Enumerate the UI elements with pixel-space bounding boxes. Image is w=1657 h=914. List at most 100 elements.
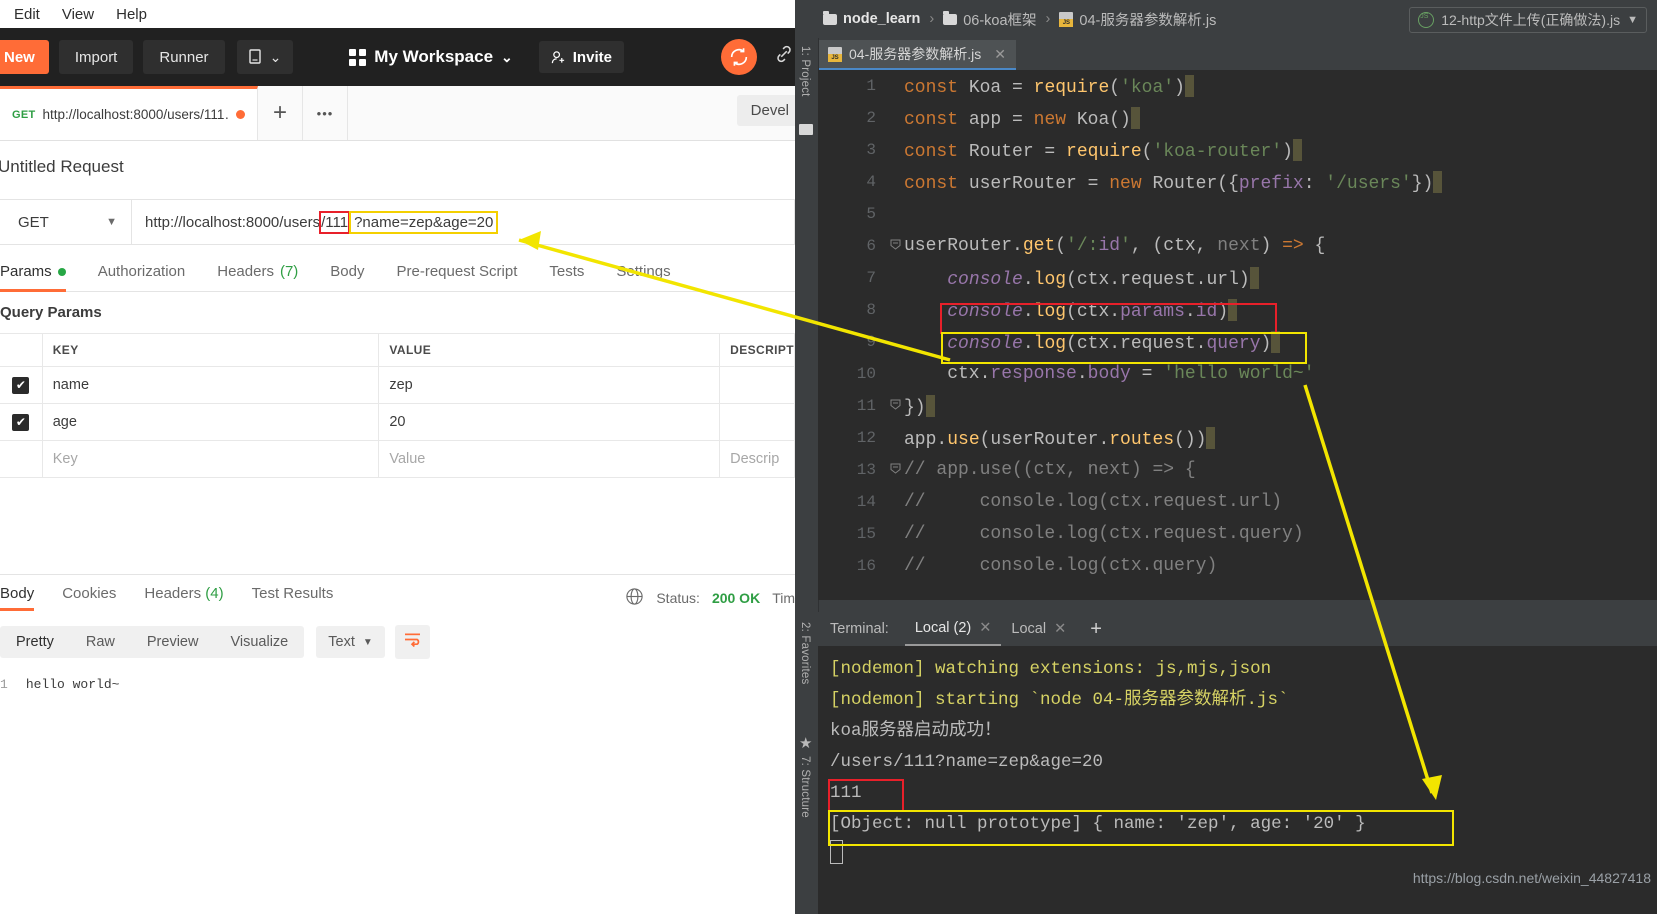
terminal-tab-local[interactable]: Local ✕ bbox=[1001, 612, 1076, 646]
code-line: 1 const Koa = require('koa') bbox=[818, 70, 1657, 102]
wrap-lines-icon[interactable] bbox=[394, 625, 430, 659]
tab-headers[interactable]: Headers (7) bbox=[217, 259, 298, 291]
postman-window: Edit View Help New Import Runner ⌄ My Wo… bbox=[0, 0, 795, 914]
new-window-button[interactable]: ⌄ bbox=[236, 40, 294, 74]
response-body-line-number: 1 bbox=[0, 677, 8, 692]
row-value[interactable]: zep bbox=[378, 366, 721, 404]
tab-pre-request-script[interactable]: Pre-request Script bbox=[397, 259, 518, 291]
row-value[interactable]: 20 bbox=[378, 403, 721, 441]
code-line: 15 // console.log(ctx.request.query) bbox=[818, 518, 1657, 550]
row-checkbox[interactable]: ✔ bbox=[0, 403, 43, 441]
wrap-lines-glyph bbox=[404, 633, 420, 648]
view-visualize[interactable]: Visualize bbox=[214, 626, 304, 658]
line-number: 6 bbox=[866, 237, 876, 255]
table-row[interactable]: ✔ age 20 bbox=[0, 403, 795, 441]
menu-view[interactable]: View bbox=[62, 6, 94, 23]
runner-button[interactable]: Runner bbox=[143, 40, 225, 74]
run-configuration-label: 12-http文件上传(正确做法).js bbox=[1441, 12, 1621, 28]
row-value-placeholder[interactable]: Value bbox=[378, 440, 721, 478]
close-icon[interactable]: ✕ bbox=[994, 46, 1006, 63]
response-body: 1 hello world~ bbox=[0, 677, 795, 692]
row-description[interactable] bbox=[719, 403, 795, 441]
view-preview[interactable]: Preview bbox=[131, 626, 215, 658]
row-checkbox[interactable]: ✔ bbox=[0, 366, 43, 404]
row-key-placeholder[interactable]: Key bbox=[42, 440, 380, 478]
link-icon[interactable] bbox=[773, 43, 795, 71]
line-number: 8 bbox=[866, 301, 876, 319]
url-input[interactable]: http://localhost:8000/users/111 ?name=zep… bbox=[132, 200, 794, 244]
tab-settings[interactable]: Settings bbox=[616, 259, 670, 291]
code-text: const userRouter = new Router({prefix: '… bbox=[904, 170, 1657, 194]
response-tab-cookies[interactable]: Cookies bbox=[62, 585, 116, 611]
tabs-more-button[interactable]: ••• bbox=[303, 86, 348, 140]
add-terminal-icon[interactable]: + bbox=[1090, 618, 1102, 641]
view-raw[interactable]: Raw bbox=[70, 626, 131, 658]
response-format-selector[interactable]: Text ▼ bbox=[316, 626, 385, 658]
view-pretty[interactable]: Pretty bbox=[0, 626, 70, 658]
developer-button[interactable]: Devel bbox=[736, 95, 795, 126]
terminal-tab-local-2[interactable]: Local (2) ✕ bbox=[904, 612, 1002, 646]
tab-settings-label: Settings bbox=[616, 263, 671, 280]
table-row[interactable]: ✔ name zep bbox=[0, 366, 795, 404]
row-description-placeholder[interactable]: Descrip bbox=[719, 440, 795, 478]
code-text: const app = new Koa() bbox=[904, 106, 1657, 130]
tab-authorization[interactable]: Authorization bbox=[98, 259, 186, 291]
url-path-param-highlight: /111 bbox=[319, 210, 351, 234]
import-button[interactable]: Import bbox=[58, 40, 134, 74]
row-key[interactable]: name bbox=[42, 366, 380, 404]
code-editor[interactable]: 1 const Koa = require('koa') 2 const app = … bbox=[818, 70, 1657, 600]
fold-icon[interactable] bbox=[886, 463, 904, 478]
code-text: userRouter.get('/:id', (ctx, next) => { bbox=[904, 236, 1326, 256]
breadcrumb-node-learn[interactable]: node_learn bbox=[843, 11, 920, 27]
table-row-placeholder[interactable]: Key Value Descrip bbox=[0, 440, 795, 478]
close-icon[interactable]: ✕ bbox=[1054, 621, 1066, 637]
code-text: const Router = require('koa-router') bbox=[904, 138, 1657, 162]
response-tab-test-results[interactable]: Test Results bbox=[252, 585, 334, 611]
breadcrumb-koa[interactable]: 06-koa框架 bbox=[963, 9, 1036, 30]
new-tab-button[interactable]: + bbox=[258, 86, 303, 140]
code-line: 3 const Router = require('koa-router') bbox=[818, 134, 1657, 166]
tab-body[interactable]: Body bbox=[330, 259, 364, 291]
editor-tab[interactable]: 04-服务器参数解析.js ✕ bbox=[818, 40, 1016, 70]
method-label: GET bbox=[18, 213, 49, 231]
person-add-icon bbox=[551, 50, 564, 63]
menu-help[interactable]: Help bbox=[116, 6, 147, 23]
terminal-tab-local-2-label: Local (2) bbox=[914, 620, 972, 636]
sync-icon[interactable] bbox=[721, 39, 757, 75]
close-icon[interactable]: ✕ bbox=[979, 620, 991, 636]
row-checkbox-empty[interactable] bbox=[0, 440, 43, 478]
sidebar-item-project[interactable]: 1: Project bbox=[795, 42, 816, 101]
row-description[interactable] bbox=[719, 366, 795, 404]
tab-params[interactable]: Params bbox=[0, 259, 66, 292]
sidebar-item-structure[interactable]: 7: Structure bbox=[795, 752, 816, 822]
fold-icon[interactable] bbox=[886, 239, 904, 254]
line-number: 15 bbox=[856, 525, 876, 543]
response-tab-headers-count: (4) bbox=[205, 585, 224, 602]
tab-tests[interactable]: Tests bbox=[549, 259, 584, 291]
new-button[interactable]: New bbox=[0, 40, 49, 74]
fold-icon[interactable] bbox=[886, 399, 904, 414]
terminal-annotation-yellow-box bbox=[828, 810, 1454, 846]
response-tab-headers-label: Headers bbox=[144, 585, 202, 602]
chevron-down-icon: ▼ bbox=[362, 636, 373, 648]
col-description: DESCRIPT bbox=[719, 333, 795, 367]
request-tab[interactable]: GET http://localhost:8000/users/111… bbox=[0, 86, 258, 140]
tab-authorization-label: Authorization bbox=[97, 263, 186, 280]
response-tab-body[interactable]: Body bbox=[0, 585, 35, 611]
terminal-line: [nodemon] starting `node 04-服务器参数解析.js` bbox=[830, 690, 1289, 710]
line-number: 7 bbox=[866, 269, 876, 287]
response-status-area: Status: 200 OK Tim bbox=[625, 587, 795, 609]
invite-button[interactable]: Invite bbox=[538, 41, 624, 73]
menu-edit[interactable]: Edit bbox=[14, 6, 40, 23]
run-configuration-selector[interactable]: 12-http文件上传(正确做法).js ▼ bbox=[1409, 7, 1647, 33]
response-tab-headers[interactable]: Headers (4) bbox=[144, 585, 223, 611]
workspace-selector[interactable]: My Workspace ⌄ bbox=[349, 47, 513, 67]
method-selector[interactable]: GET ▼ bbox=[0, 200, 132, 244]
code-line: 4 const userRouter = new Router({prefix: … bbox=[818, 166, 1657, 198]
sidebar-item-favorites[interactable]: 2: Favorites bbox=[795, 618, 816, 688]
folder-icon[interactable] bbox=[799, 124, 813, 135]
breadcrumb-file[interactable]: 04-服务器参数解析.js bbox=[1079, 9, 1216, 30]
star-icon[interactable]: ★ bbox=[799, 734, 812, 752]
row-key[interactable]: age bbox=[42, 403, 380, 441]
